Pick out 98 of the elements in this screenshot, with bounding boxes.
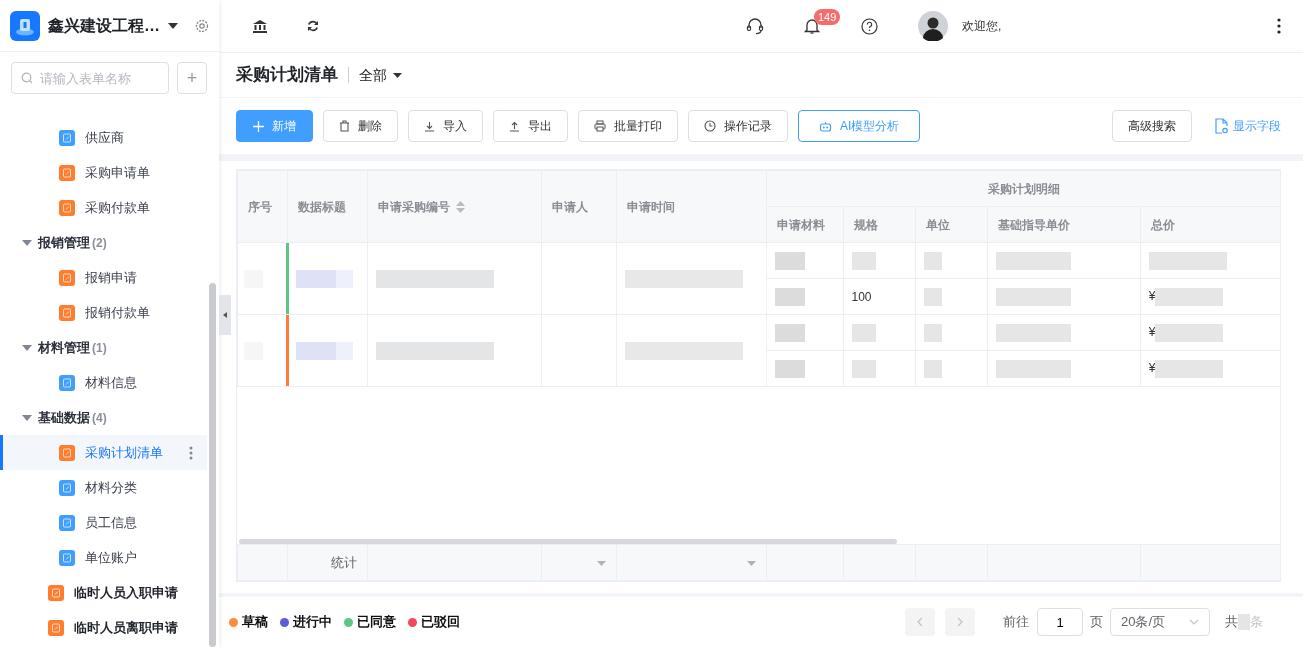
sidebar-item[interactable]: 采购计划清单 [0, 435, 207, 470]
legend-label: 草稿 [242, 613, 268, 632]
redacted-block [775, 323, 806, 342]
sort-icon[interactable] [456, 200, 466, 213]
sidebar-item[interactable]: 临时人员入职申请 [0, 575, 207, 610]
sidebar-group[interactable]: 基础数据(4) [0, 400, 219, 435]
printer-icon [594, 120, 606, 132]
goto-label: 前往 [1003, 613, 1029, 632]
history-button[interactable]: 操作记录 [688, 110, 788, 142]
redacted-block [775, 359, 806, 378]
help-icon[interactable] [861, 17, 878, 35]
redacted-block [1155, 287, 1224, 306]
legend-label: 进行中 [293, 613, 332, 632]
caret-down-icon[interactable] [168, 22, 178, 29]
sidebar-item[interactable]: 报销付款单 [0, 295, 207, 330]
avatar[interactable] [918, 11, 948, 41]
column-header: 规格 [843, 206, 916, 243]
notification-badge: 149 [814, 8, 841, 25]
sidebar-item[interactable]: 供应商 [0, 120, 207, 155]
page-size-select[interactable]: 20条/页 [1110, 608, 1210, 636]
sidebar-item[interactable]: 员工信息 [0, 505, 207, 540]
caret-icon [22, 414, 32, 421]
robot-icon [819, 120, 832, 132]
more-icon[interactable] [1277, 18, 1281, 34]
page-title: 采购计划清单 [236, 64, 338, 87]
summary-label: 统计 [331, 554, 358, 570]
sidebar-item[interactable]: 临时人员离职申请 [0, 610, 207, 645]
bell-icon[interactable] [804, 17, 820, 35]
total-suffix: 条 [1250, 613, 1263, 632]
upload-icon [509, 120, 520, 132]
page-number-field[interactable]: 1 [1037, 608, 1083, 636]
legend-label: 已同意 [357, 613, 396, 632]
plus-icon [253, 120, 264, 132]
sidebar-item[interactable]: 报销申请 [0, 260, 207, 295]
collapse-handle[interactable] [219, 295, 231, 335]
clock-icon [704, 120, 716, 132]
document-eye-icon [1214, 118, 1228, 134]
sidebar-item[interactable]: 材料信息 [0, 365, 207, 400]
column-header: 数据标题 [287, 170, 368, 243]
chevron-left-icon [917, 617, 923, 627]
redacted-block [923, 323, 942, 342]
redacted-block [851, 251, 876, 270]
sidebar-group[interactable]: 报销管理(2) [0, 225, 219, 260]
caret-icon [22, 344, 32, 351]
column-header: 总价 [1140, 206, 1280, 243]
view-filter[interactable]: 全部 [359, 64, 402, 86]
caret-down-icon [393, 72, 402, 78]
search-icon [21, 72, 33, 84]
settings-icon[interactable] [195, 18, 209, 33]
search-field[interactable]: 请输入表单名称 [11, 62, 169, 94]
column-group-header: 采购计划明细 [766, 170, 1280, 207]
total-label: 共 [1225, 613, 1238, 632]
redacted-block [1238, 614, 1250, 630]
legend-label: 已驳回 [421, 613, 460, 632]
redacted-block [851, 359, 876, 378]
horizontal-scrollbar[interactable] [239, 539, 897, 544]
caret-left-icon [223, 312, 227, 318]
app-logo-icon [10, 10, 40, 41]
redacted-block [1155, 359, 1224, 378]
app-title[interactable]: 鑫兴建设工程… [48, 13, 160, 38]
page-label: 页 [1090, 613, 1103, 632]
currency-symbol: ¥ [1148, 289, 1156, 304]
sidebar-item[interactable]: 单位账户 [0, 540, 207, 575]
redacted-block [775, 251, 806, 270]
table-cell: 100 [851, 289, 872, 304]
redacted-block [923, 251, 942, 270]
sidebar-item[interactable]: 材料分类 [0, 470, 207, 505]
sidebar-group[interactable]: 材料管理(1) [0, 330, 219, 365]
chevron-right-icon [957, 617, 963, 627]
refresh-icon[interactable] [307, 20, 319, 32]
bank-icon[interactable] [253, 19, 267, 33]
chevron-down-icon [1189, 619, 1199, 625]
column-header: 申请人 [541, 170, 617, 243]
welcome-text: 欢迎您, [962, 18, 1002, 35]
trash-icon [339, 120, 350, 132]
delete-button[interactable]: 删除 [323, 110, 398, 142]
import-button[interactable]: 导入 [408, 110, 483, 142]
download-icon [424, 120, 435, 132]
redacted-block [775, 287, 806, 306]
export-button[interactable]: 导出 [493, 110, 568, 142]
column-header: 申请时间 [616, 170, 767, 243]
sidebar-item[interactable]: 采购付款单 [0, 190, 207, 225]
column-header: 基础指导单价 [987, 206, 1141, 243]
batch-print-button[interactable]: 批量打印 [578, 110, 678, 142]
redacted-block [1155, 323, 1224, 342]
column-header: 单位 [915, 206, 988, 243]
redacted-block [851, 323, 876, 342]
currency-symbol: ¥ [1148, 325, 1156, 340]
headset-icon[interactable] [746, 17, 764, 35]
redacted-block [923, 287, 942, 306]
currency-symbol: ¥ [1148, 361, 1156, 376]
sidebar-item[interactable]: 采购申请单 [0, 155, 207, 190]
scrollbar[interactable] [209, 283, 216, 647]
caret-icon [22, 239, 32, 246]
redacted-block [923, 359, 942, 378]
advanced-search-button[interactable]: 高级搜索 [1112, 110, 1192, 142]
column-header: 序号 [237, 170, 288, 243]
column-header: 申请材料 [766, 206, 843, 243]
